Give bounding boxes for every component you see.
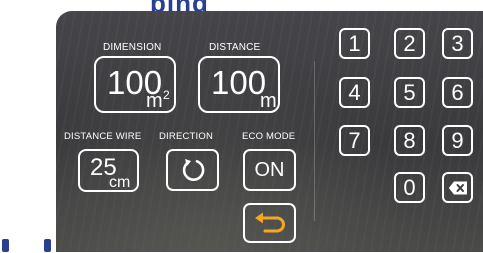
distance-wire-field[interactable]: 25 cm xyxy=(78,149,139,192)
back-button[interactable] xyxy=(243,203,296,243)
direction-label: DIRECTION xyxy=(159,131,214,142)
direction-button[interactable] xyxy=(166,149,219,191)
key-0[interactable]: 0 xyxy=(394,172,425,203)
backspace-icon xyxy=(448,181,467,194)
control-panel: DIMENSION DISTANCE 100 m 2 100 m DISTANC… xyxy=(56,11,483,252)
key-8[interactable]: 8 xyxy=(394,125,425,156)
key-7[interactable]: 7 xyxy=(339,125,370,156)
key-1[interactable]: 1 xyxy=(339,28,370,59)
key-2[interactable]: 2 xyxy=(394,28,425,59)
eco-mode-value: ON xyxy=(254,158,285,181)
key-4[interactable]: 4 xyxy=(339,77,370,108)
panel-divider xyxy=(314,61,315,221)
key-9[interactable]: 9 xyxy=(442,125,473,156)
eco-mode-button[interactable]: ON xyxy=(243,149,296,191)
distance-unit: m xyxy=(260,90,277,112)
rotate-icon xyxy=(182,159,204,181)
key-3[interactable]: 3 xyxy=(442,28,473,59)
distance-wire-unit: cm xyxy=(109,174,131,191)
eco-mode-label: ECO MODE xyxy=(242,131,296,142)
key-5[interactable]: 5 xyxy=(394,77,425,108)
distance-value: 100 xyxy=(211,64,267,101)
distance-field[interactable]: 100 m xyxy=(198,56,280,113)
return-arrow-icon xyxy=(254,212,285,233)
distance-wire-label: DISTANCE WIRE xyxy=(64,131,142,142)
delete-key[interactable] xyxy=(442,172,473,203)
key-6[interactable]: 6 xyxy=(442,77,473,108)
dimension-field[interactable]: 100 m 2 xyxy=(94,56,176,113)
dimension-exponent: 2 xyxy=(163,88,170,102)
dimension-label: DIMENSION xyxy=(103,42,162,53)
dimension-unit: m xyxy=(146,90,163,112)
distance-label: DISTANCE xyxy=(209,42,261,53)
